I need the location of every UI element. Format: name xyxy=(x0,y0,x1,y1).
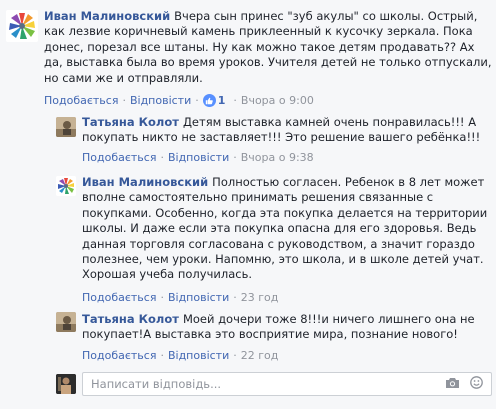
author-name[interactable]: Татьяна Колот xyxy=(82,115,179,129)
reply-input[interactable]: Написати відповідь... xyxy=(82,372,492,396)
author-name[interactable]: Иван Малиновский xyxy=(82,175,208,189)
reply-button[interactable]: Відповісти xyxy=(168,151,229,164)
person-avatar-icon xyxy=(56,117,76,137)
reply-button[interactable]: Відповісти xyxy=(130,94,191,107)
author-name[interactable]: Иван Малиновский xyxy=(44,9,170,23)
reply-button[interactable]: Відповісти xyxy=(168,349,229,362)
like-button[interactable]: Подобається xyxy=(44,94,118,107)
like-button[interactable]: Подобається xyxy=(82,349,156,362)
timestamp[interactable]: 23 год xyxy=(241,291,279,304)
person-avatar-icon xyxy=(56,312,76,332)
avatar[interactable] xyxy=(6,10,38,42)
timestamp[interactable]: 22 год xyxy=(241,349,279,362)
comment-text: Полностью согласен. Ребенок в 8 лет може… xyxy=(82,175,488,282)
reply-placeholder: Написати відповідь... xyxy=(91,377,222,391)
emoji-icon[interactable] xyxy=(470,376,483,392)
reaction-count[interactable]: 1 xyxy=(202,94,225,107)
camera-icon[interactable] xyxy=(445,377,460,392)
author-name[interactable]: Татьяна Колот xyxy=(82,312,179,326)
mosaic-avatar-icon xyxy=(56,176,76,196)
avatar[interactable] xyxy=(56,312,76,332)
like-button[interactable]: Подобається xyxy=(82,151,156,164)
avatar[interactable] xyxy=(56,176,76,196)
person-avatar-icon xyxy=(56,374,76,394)
avatar[interactable] xyxy=(56,117,76,137)
mosaic-avatar-icon xyxy=(6,10,38,42)
like-button[interactable]: Подобається xyxy=(82,291,156,304)
like-icon xyxy=(202,94,216,107)
avatar xyxy=(56,374,76,394)
reply-button[interactable]: Відповісти xyxy=(168,291,229,304)
timestamp[interactable]: Вчора о 9:38 xyxy=(241,151,314,164)
timestamp[interactable]: Вчора о 9:00 xyxy=(241,94,314,107)
